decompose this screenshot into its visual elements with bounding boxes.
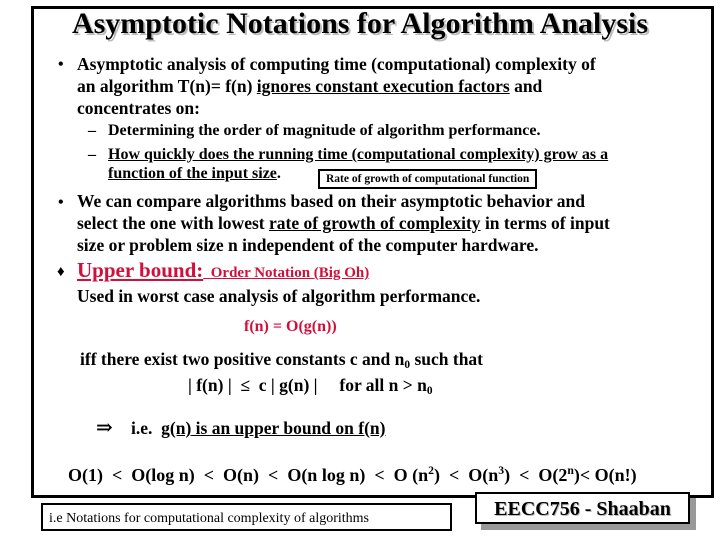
less-than-symbol: <: [579, 465, 595, 485]
less-than-symbol: <: [510, 465, 539, 485]
big-oh-formula: f(n) = O(g(n)): [244, 318, 337, 335]
inequality: | f(n) | ≤ c | g(n) | for all n > n0: [188, 374, 433, 402]
exponent: n: [567, 464, 574, 477]
upper-bound-statement: g(n) is an upper bound on f(n): [161, 418, 386, 438]
complexity-class: O(2n): [538, 464, 580, 485]
subbullet-2-period: .: [276, 165, 281, 182]
bullet2-line2-post: in terms of input: [480, 213, 610, 233]
slide-title: Asymptotic Notations for Algorithm Analy…: [71, 7, 649, 40]
bullet-icon: •: [58, 194, 64, 211]
ie-label: i.e.: [131, 418, 153, 438]
complexity-class: O(n3): [468, 464, 511, 485]
exponent: 2: [428, 464, 434, 477]
bullet2-line1: We can compare algorithms based on their…: [77, 191, 585, 211]
subbullet-1: Determining the order of magnitude of al…: [108, 122, 541, 139]
bullet1-underlined: ignores constant execution factors: [256, 76, 510, 96]
bullet2-line2: select the one with lowest rate of growt…: [77, 212, 610, 234]
bullet1-line3: concentrates on:: [77, 98, 200, 118]
complexity-class: O (n2): [393, 464, 440, 485]
complexity-class: O(n!): [594, 465, 637, 485]
sub-dash-icon: –: [88, 122, 96, 139]
implies-arrow-icon: ⇒: [96, 417, 113, 439]
growth-order-line: O(1) < O(log n) < O(n) < O(n log n) < O …: [68, 460, 637, 486]
less-than-symbol: <: [103, 465, 132, 485]
note-box: Rate of growth of computational function: [318, 169, 538, 189]
order-notation-label: Order Notation (Big Oh): [210, 265, 370, 281]
subbullet-2-underlined: function of the input size: [108, 165, 277, 182]
less-than-symbol: <: [439, 465, 469, 485]
bullet2-line2-pre: select the one with lowest: [77, 213, 269, 233]
footer-caption: i.e Notations for computational complexi…: [41, 503, 452, 531]
less-than-symbol: <: [365, 465, 394, 485]
bullet2-underlined: rate of growth of complexity: [268, 213, 481, 233]
bullet1-text: Asymptotic analysis of computing time (c…: [77, 53, 596, 119]
complexity-class: O(n log n): [287, 465, 366, 485]
complexity-class: O(1): [68, 465, 103, 485]
diamond-bullet-icon: ♦: [57, 264, 65, 280]
upper-bound-desc: Used in worst case analysis of algorithm…: [77, 286, 481, 306]
upper-bound-label: Upper bound:: [77, 258, 204, 282]
subbullet-2-line1: How quickly does the running time (compu…: [108, 146, 609, 163]
bullet1-line2-post: and: [509, 76, 543, 96]
bullet1-line2: an algorithm T(n)= f(n) ignores constant…: [77, 75, 596, 97]
bullet1-line2-pre: an algorithm T(n)= f(n): [77, 76, 257, 96]
exponent: 3: [498, 464, 505, 477]
upper-bound-heading: Upper bound: Order Notation (Big Oh): [77, 258, 369, 283]
footer-course-badge: EECC756 - Shaaban: [475, 492, 690, 524]
bullet1-line1: Asymptotic analysis of computing time (c…: [77, 54, 596, 74]
iff-condition: iff there exist two positive constants c…: [80, 348, 483, 376]
less-than-symbol: <: [259, 465, 288, 485]
complexity-class: O(n): [223, 465, 260, 485]
bullet-icon: •: [58, 56, 64, 73]
sub-dash-icon: –: [88, 146, 96, 163]
inequality-text: | f(n) | ≤ c | g(n) | for all n > n: [188, 375, 427, 395]
iff-post: such that: [410, 349, 484, 369]
bullet2-text: We can compare algorithms based on their…: [77, 190, 610, 256]
bullet2-line3: size or problem size n independent of th…: [77, 235, 539, 255]
complexity-class: O(log n): [131, 465, 195, 485]
iff-text: iff there exist two positive constants c…: [80, 349, 405, 369]
less-than-symbol: <: [194, 465, 224, 485]
n0-subscript: 0: [426, 385, 433, 397]
implies-text: i.e. g(n) is an upper bound on f(n): [131, 417, 385, 439]
